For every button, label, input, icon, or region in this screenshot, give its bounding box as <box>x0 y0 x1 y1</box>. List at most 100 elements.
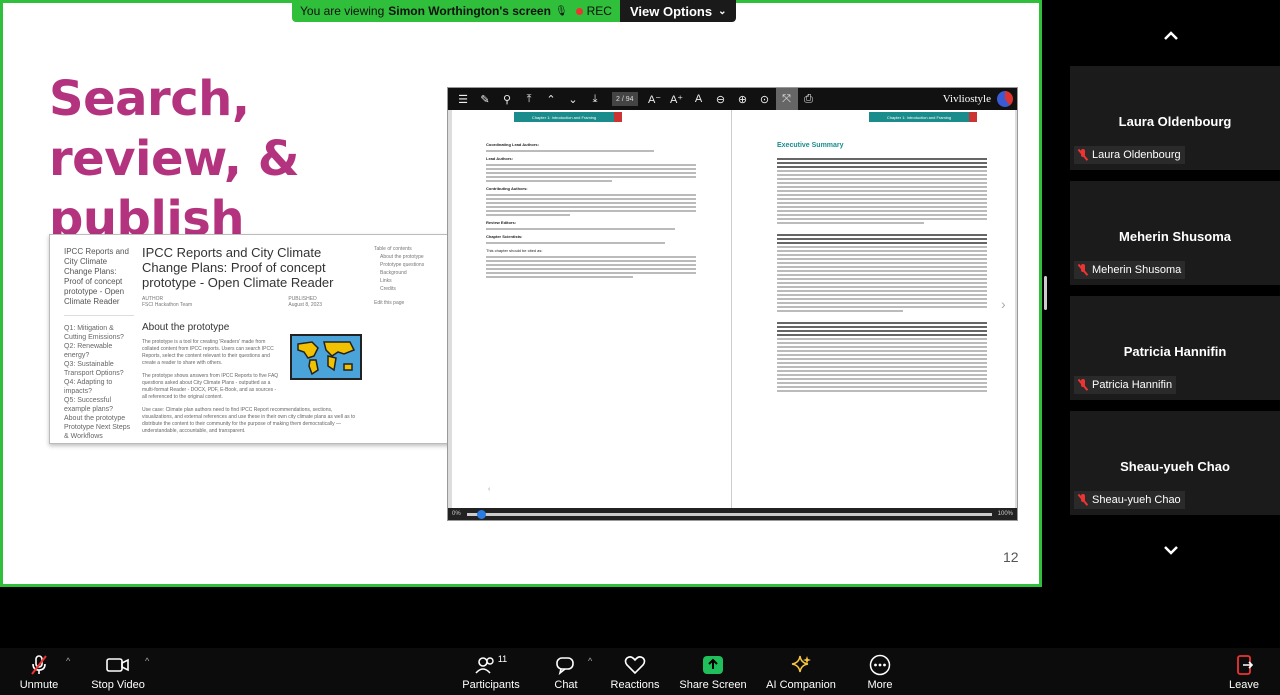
more-button[interactable]: More <box>864 654 896 691</box>
next-arrow-icon: › <box>1001 296 1006 312</box>
web-sidebar-link: About the prototype <box>64 415 126 422</box>
sparkle-icon <box>790 654 812 676</box>
published-value: August 8, 2023 <box>288 302 322 308</box>
heart-icon <box>624 654 646 676</box>
mic-muted-icon <box>1078 379 1088 391</box>
zoom-in-icon: ⊕ <box>737 93 748 106</box>
participant-tile[interactable]: Laura Oldenbourg Laura Oldenbourg <box>1070 66 1280 170</box>
font-increase-icon: A⁺ <box>669 93 684 106</box>
participant-label: Meherin Shusoma <box>1074 261 1186 279</box>
share-screen-button[interactable]: Share Screen <box>678 654 748 691</box>
more-label: More <box>867 679 893 691</box>
participant-label: Sheau-yueh Chao <box>1074 491 1185 509</box>
slide-page-number: 12 <box>1003 549 1019 565</box>
section-label: Chapter Scientists: <box>486 234 523 239</box>
website-screenshot: IPCC Reports and City Climate Change Pla… <box>49 234 461 444</box>
vivliostyle-brand: Vivliostyle <box>942 93 991 105</box>
share-banner: You are viewing Simon Worthington's scre… <box>292 0 750 22</box>
cite-label: This chapter should be cited as: <box>486 248 543 253</box>
executive-summary-title: Executive Summary <box>777 142 844 149</box>
view-options-label: View Options <box>629 3 713 19</box>
participant-tile[interactable]: Patricia Hannifin Patricia Hannifin <box>1070 296 1280 400</box>
gallery-up-chevron-icon[interactable] <box>1162 28 1180 46</box>
prev-arrow-icon: ‹ <box>488 486 491 493</box>
section-label: Contributing Authors: <box>486 186 528 191</box>
section-label: Review Editors: <box>486 220 517 225</box>
participant-label: Patricia Hannifin <box>1074 376 1177 394</box>
search-icon: ⚲ <box>502 93 512 106</box>
toc-item: Background <box>380 270 407 276</box>
audio-options-caret-icon[interactable]: ^ <box>66 656 70 666</box>
first-page-icon: ⤒ <box>526 92 532 105</box>
web-meta: AUTHOR FSCI Hackathon Team PUBLISHED Augus… <box>142 296 362 308</box>
progress-start: 0% <box>452 511 461 517</box>
gallery-down-chevron-icon[interactable] <box>1162 542 1180 560</box>
book-spread: Chapter 1: Introduction and Framing Coor… <box>452 110 1015 508</box>
meeting-controls: Unmute ^ Stop Video ^ 11 Participants Ch… <box>0 648 1280 695</box>
unmute-button[interactable]: Unmute <box>16 654 62 691</box>
toc-item: Prototype questions <box>380 262 425 268</box>
web-sidebar-title: IPCC Reports and City Climate Change Pla… <box>64 247 129 306</box>
participant-label-text: Sheau-yueh Chao <box>1092 494 1181 506</box>
chat-icon <box>555 654 577 676</box>
participant-name: Patricia Hannifin <box>1123 344 1227 359</box>
participants-icon: 11 <box>475 654 507 676</box>
leave-icon <box>1234 654 1254 676</box>
marker-icon: ✎ <box>480 93 490 106</box>
chapter-tab: Chapter 1: Introduction and Framing <box>869 112 977 122</box>
chat-button[interactable]: Chat <box>550 654 582 691</box>
web-sidebar-link: Q1: Mitigation & Cutting Emissions? <box>64 325 124 341</box>
progress-track <box>466 509 992 519</box>
world-map-icon <box>290 334 362 380</box>
next-page-icon: ⌄ <box>568 93 578 106</box>
print-icon: ⎙ <box>804 92 813 105</box>
video-camera-icon <box>106 654 130 676</box>
participant-tile[interactable]: Meherin Shusoma Meherin Shusoma <box>1070 181 1280 285</box>
share-screen-icon <box>702 654 724 676</box>
font-decrease-icon: A⁻ <box>647 93 662 106</box>
rec-label: REC <box>586 4 612 18</box>
reactions-button[interactable]: Reactions <box>608 654 662 691</box>
presenter-name: Simon Worthington's screen <box>388 4 551 18</box>
web-sidebar-link: Prototype Next Steps & Workflows <box>64 424 131 440</box>
participant-label-text: Patricia Hannifin <box>1092 379 1173 391</box>
participant-label-text: Laura Oldenbourg <box>1092 149 1181 161</box>
web-toc: Table of contents About the prototype Pr… <box>374 245 444 307</box>
web-paragraph: The prototype shows answers from IPCC Re… <box>142 373 279 400</box>
page-indicator: 2 / 94 <box>612 92 638 106</box>
chevron-down-icon: ⌄ <box>718 5 727 17</box>
unmute-label: Unmute <box>19 679 59 691</box>
left-page: Chapter 1: Introduction and Framing Coor… <box>452 110 732 508</box>
web-paragraph: The prototype is a tool for creating 'Re… <box>142 339 274 366</box>
leave-button[interactable]: Leave <box>1228 654 1260 691</box>
chapter-tab: Chapter 1: Introduction and Framing <box>514 112 622 122</box>
panel-resize-handle[interactable] <box>1044 276 1047 310</box>
web-sidebar-link: Q4: Adapting to impacts? <box>64 379 113 395</box>
participant-tile[interactable]: Sheau-yueh Chao Sheau-yueh Chao <box>1070 411 1280 515</box>
participant-name: Sheau-yueh Chao <box>1120 459 1230 474</box>
zoom-actual-icon: ⊙ <box>759 93 770 106</box>
more-icon <box>869 654 891 676</box>
web-paragraph: Use case: Climate plan authors need to f… <box>142 407 356 434</box>
ai-companion-button[interactable]: AI Companion <box>764 654 838 691</box>
web-sidebar-link: Q5: Successful example plans? <box>64 397 114 413</box>
toc-title: Table of contents <box>374 246 412 252</box>
edit-page-link: Edit this page <box>374 300 405 306</box>
record-dot-icon <box>575 7 583 15</box>
progress-end: 100% <box>997 511 1013 517</box>
reading-progress: 0% 100% <box>448 508 1017 520</box>
mic-muted-icon <box>1078 494 1088 506</box>
vivliostyle-viewer: ☰ ✎ ⚲ ⤒ ⌃ ⌄ ⤓ 2 / 94 A⁻ A⁺ A ⊖ ⊕ ⊙ ⤧ ⎙ V… <box>447 87 1018 521</box>
web-sidebar-link: Q3: Sustainable Transport Options? <box>64 361 124 377</box>
video-options-caret-icon[interactable]: ^ <box>145 656 149 666</box>
stop-video-label: Stop Video <box>91 679 145 691</box>
mic-muted-icon <box>1078 149 1088 161</box>
participants-count: 11 <box>497 654 508 664</box>
right-page: Chapter 1: Introduction and Framing Exec… <box>733 110 1015 508</box>
author-value: FSCI Hackathon Team <box>142 302 193 308</box>
stop-video-button[interactable]: Stop Video <box>88 654 148 691</box>
participants-button[interactable]: 11 Participants <box>460 654 522 691</box>
view-options-button[interactable]: View Options ⌄ <box>619 0 737 22</box>
progress-knob <box>477 509 487 519</box>
chat-options-caret-icon[interactable]: ^ <box>588 656 592 666</box>
